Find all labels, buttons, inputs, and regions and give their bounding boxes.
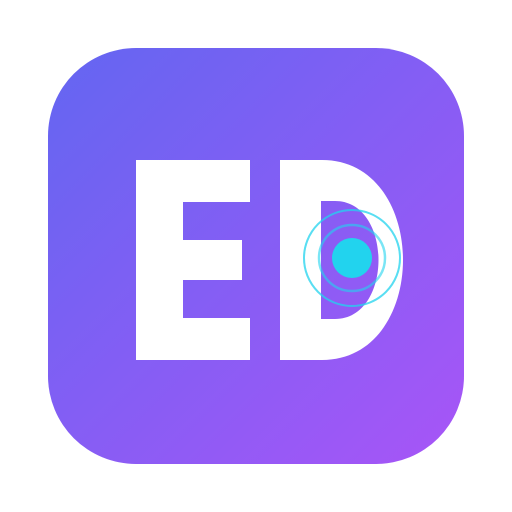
app-icon-canvas: ED — [0, 0, 512, 512]
ed-app-icon: ED — [48, 48, 464, 501]
letter-e-glyph — [136, 160, 250, 360]
center-dot-icon — [332, 238, 372, 278]
logo-letters-text: ED — [256, 499, 258, 501]
signal-rings-icon — [303, 209, 401, 307]
